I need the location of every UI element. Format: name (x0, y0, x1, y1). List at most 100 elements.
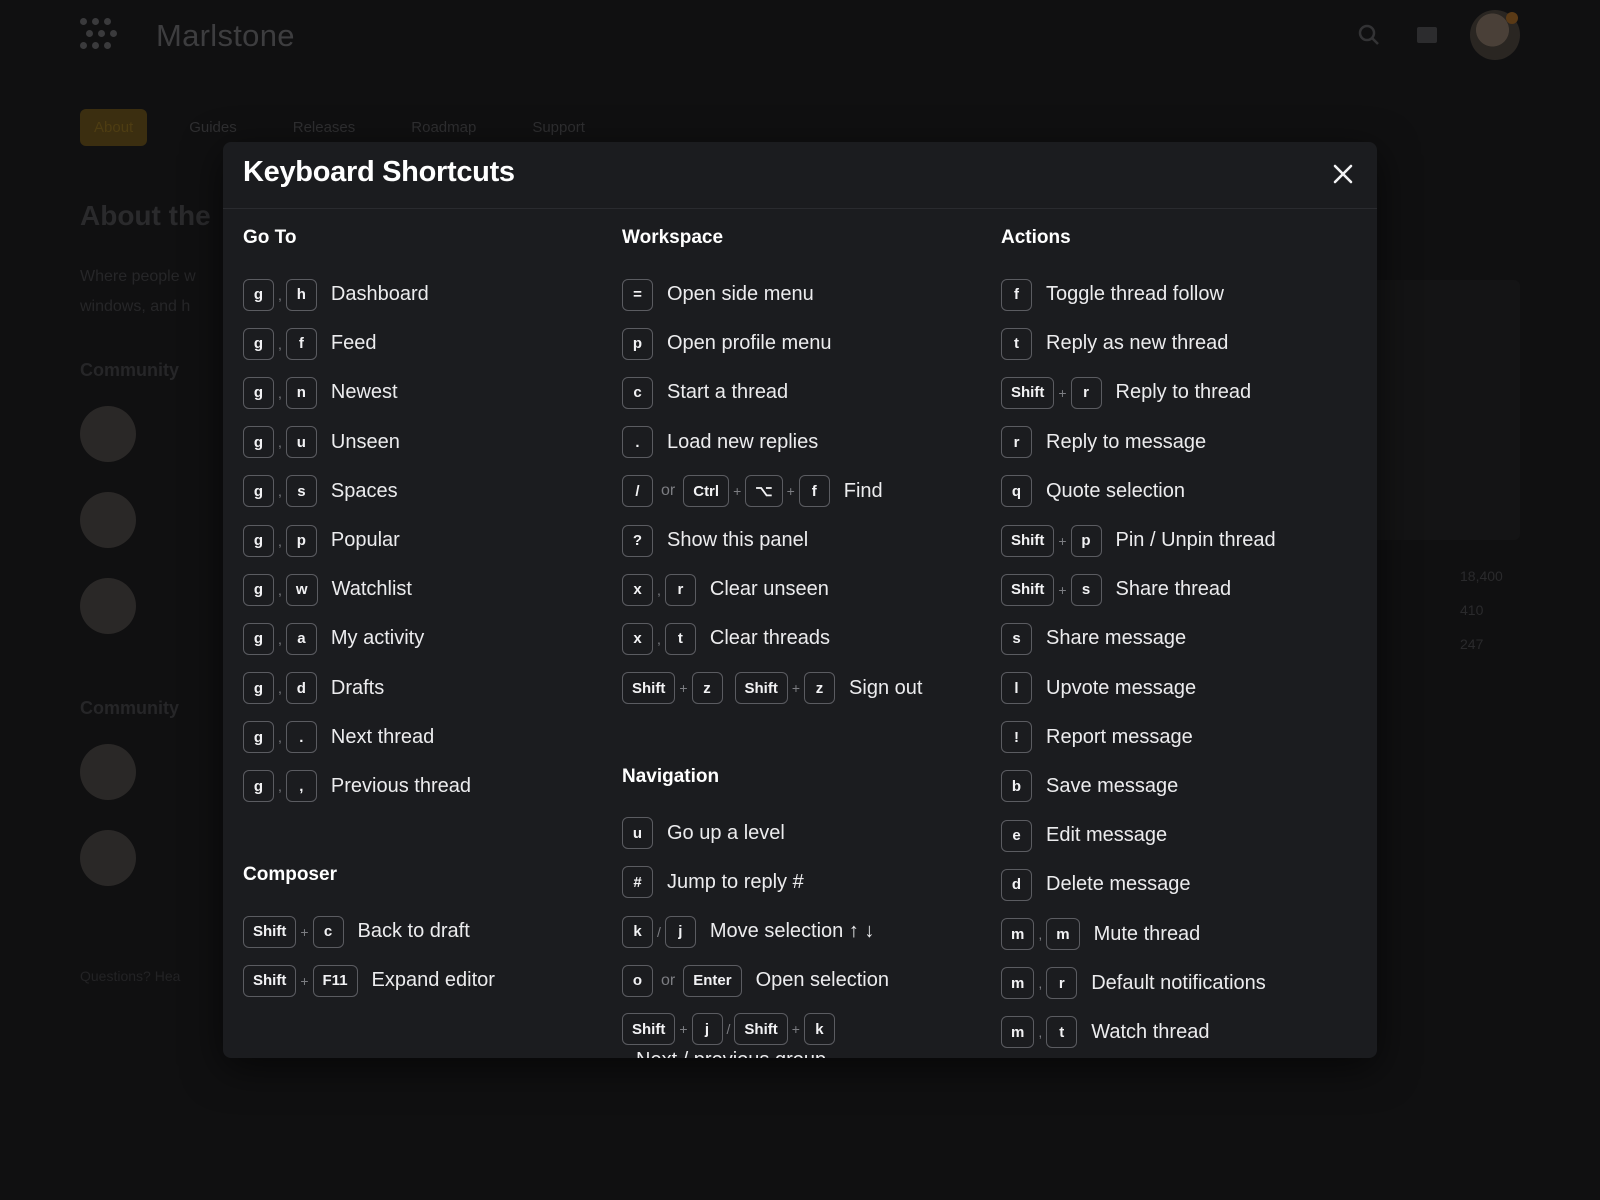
shortcut-description: Previous thread (330, 774, 471, 797)
key-separator: , (278, 581, 282, 598)
key-cap: d (285, 672, 317, 705)
key-cap: Ctrl (683, 475, 730, 508)
key-cap: Shift (734, 672, 788, 705)
shortcut-row: Shift + p Pin / Unpin thread (1001, 516, 1371, 565)
background-stat: 18,400 (1460, 568, 1503, 584)
key-combo: g,. (243, 721, 317, 754)
shortcut-description: Sign out (849, 676, 923, 699)
key-cap: ⌥ (745, 475, 783, 508)
shortcut-description: Unseen (330, 430, 400, 453)
key-plus: + (679, 1021, 688, 1038)
key-plus: + (679, 680, 688, 697)
shortcut-description: Mute thread (1093, 922, 1201, 945)
key-separator: , (278, 335, 282, 352)
background-section-title: Community (80, 360, 179, 380)
key-cap: ? (622, 524, 653, 557)
key-separator: , (657, 581, 661, 598)
grid-icon[interactable] (1414, 22, 1440, 48)
key-combo: / or Ctrl + ⌥ + f (622, 475, 830, 508)
shortcut-row: g, w Watchlist (243, 565, 613, 614)
shortcut-description: Edit message (1046, 824, 1168, 847)
key-plus: + (791, 680, 801, 697)
tab-releases[interactable]: Releases (279, 109, 370, 146)
key-combo: Shift + r (1001, 376, 1102, 409)
shortcut-row: m, t Watch thread (1001, 1008, 1371, 1057)
key-cap: m (1046, 918, 1080, 951)
key-cap: Shift (243, 915, 297, 948)
key-cap: j (691, 1013, 723, 1046)
shortcut-description: Go up a level (667, 821, 785, 844)
key-combo: . (622, 426, 653, 459)
key-combo: c (622, 376, 653, 409)
key-combo: s (1001, 622, 1032, 655)
close-button[interactable] (1327, 158, 1359, 190)
shortcut-description: Report message (1046, 725, 1193, 748)
shortcut-row: . Load new replies (622, 418, 992, 467)
tab-roadmap[interactable]: Roadmap (397, 109, 490, 146)
key-separator: / (657, 923, 661, 940)
shortcut-row: e Edit message (1001, 811, 1371, 860)
shortcut-description: Quote selection (1046, 479, 1185, 502)
key-cap: n (285, 376, 317, 409)
key-cap: p (622, 327, 653, 360)
shortcut-column: Actions f Toggle thread follow t Reply as ne… (1001, 226, 1371, 1057)
background-description: Where people w windows, and h (80, 268, 196, 315)
key-combo: g,h (243, 278, 317, 311)
key-combo: m,m (1001, 918, 1080, 951)
shortcut-row: Shift + s Share thread (1001, 565, 1371, 614)
key-separator: , (278, 286, 282, 303)
logo-icon (80, 18, 128, 54)
key-cap: Shift (734, 1013, 788, 1046)
key-cap: z (804, 672, 836, 705)
shortcut-description: Jump to reply # (667, 870, 804, 893)
shortcut-row: ! Report message (1001, 713, 1371, 762)
shortcut-description: Share message (1046, 627, 1187, 650)
shortcut-row: t Reply as new thread (1001, 319, 1371, 368)
key-plus: + (786, 483, 795, 500)
key-cap: Shift (243, 964, 297, 997)
shortcut-row: k / j Move selection ↑ ↓ (622, 907, 992, 956)
tab-about[interactable]: About (80, 108, 148, 146)
key-plus: + (733, 483, 742, 500)
key-cap: u (622, 817, 653, 850)
shortcut-row: g, s Spaces (243, 467, 613, 516)
shortcut-row: g,. Next thread (243, 713, 613, 762)
shortcut-description: Default notifications (1091, 971, 1266, 994)
search-icon[interactable] (1356, 22, 1382, 48)
shortcut-row: x, t Clear threads (622, 614, 992, 663)
shortcut-row: m, r Default notifications (1001, 959, 1371, 1008)
key-cap: g (243, 770, 274, 803)
key-cap: Shift (1001, 573, 1055, 606)
key-cap: l (1001, 672, 1032, 705)
user-avatar[interactable] (1470, 10, 1520, 60)
shortcut-description: Save message (1046, 774, 1179, 797)
key-cap: b (1001, 770, 1032, 803)
background-stat: 247 (1460, 636, 1484, 652)
shortcut-description: Watch thread (1091, 1020, 1210, 1043)
shortcut-description: Next thread (330, 725, 435, 748)
shortcut-row: g, p Popular (243, 516, 613, 565)
shortcut-row: b Save message (1001, 762, 1371, 811)
key-cap: r (1070, 376, 1102, 409)
shortcut-description: Open profile menu (667, 332, 832, 355)
shortcut-description: Watchlist (331, 578, 412, 601)
key-separator: or (661, 971, 676, 989)
shortcut-description: Reply as new thread (1046, 332, 1229, 355)
key-cap: x (622, 622, 653, 655)
tab-support[interactable]: Support (518, 109, 599, 146)
shortcut-row: g, h Dashboard (243, 270, 613, 319)
key-cap: g (243, 327, 274, 360)
key-cap: ! (1001, 721, 1032, 754)
shortcut-description: Load new replies (667, 430, 819, 453)
background-footer: Questions? Hea (80, 968, 181, 984)
key-cap: j (664, 915, 696, 948)
shortcut-row: u Go up a level (622, 809, 992, 858)
shortcut-description: Share thread (1115, 578, 1232, 601)
shortcut-description: Open selection (755, 969, 889, 992)
key-cap: f (285, 327, 317, 360)
shortcut-description: Feed (330, 332, 377, 355)
tab-guides[interactable]: Guides (175, 109, 251, 146)
shortcut-description: Expand editor (371, 969, 495, 992)
brand-name[interactable]: Marlstone (156, 18, 295, 54)
close-icon (1333, 164, 1353, 184)
